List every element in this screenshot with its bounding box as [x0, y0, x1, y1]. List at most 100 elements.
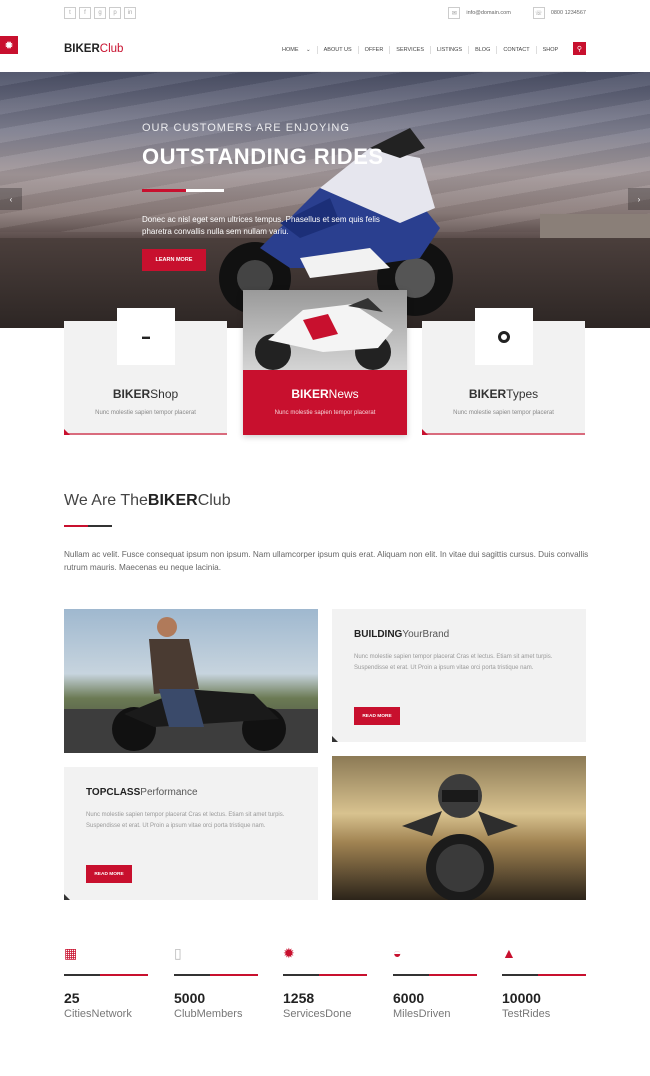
linkedin-icon[interactable]: in — [124, 7, 136, 19]
card-types-corner — [422, 429, 428, 435]
card-types-iconbox — [475, 308, 533, 365]
stat-label: ServicesDone — [283, 1008, 352, 1020]
read-more-button[interactable]: READ MORE — [86, 865, 132, 883]
racer-photo — [332, 756, 586, 900]
facebook-icon[interactable]: f — [79, 7, 91, 19]
search-button[interactable]: ⚲ — [573, 42, 586, 55]
phone-number: 0800 1234567 — [550, 10, 586, 16]
stat-divider — [283, 974, 367, 976]
about-text: Nullam ac velit. Fusce consequat ipsum n… — [64, 550, 589, 572]
card-types-desc: Nunc molestie sapien tempor placerat — [453, 410, 554, 416]
slider-next-button[interactable]: › — [628, 188, 650, 210]
racer-illustration — [402, 774, 518, 900]
nav-home-label: HOME — [282, 47, 299, 53]
about-title-light: We Are The — [64, 492, 148, 509]
email-icon: ✉ — [448, 7, 461, 19]
rider-illustration — [64, 617, 318, 753]
google-plus-icon[interactable]: g — [94, 7, 106, 19]
card-shop-title-light: Shop — [150, 387, 179, 401]
slider-prev-button[interactable]: ‹ — [0, 188, 22, 210]
chevron-down-icon: ⌄ — [306, 47, 311, 53]
contact-info: ✉ info@domain.com ☏ 0800 1234567 — [448, 7, 586, 19]
logo-bold: BIKER — [64, 43, 100, 55]
main-header: BIKERClub HOME ⌄ ABOUT US OFFER SERVICES… — [64, 28, 586, 72]
hero-subtitle: OUR CUSTOMERS ARE ENJOYING — [142, 122, 350, 134]
settings-gear-button[interactable]: ✹ — [0, 36, 18, 54]
stat-label: ClubMembers — [174, 1008, 243, 1020]
card-news-desc: Nunc molestie sapien tempor placerat — [274, 410, 376, 416]
stat-divider — [502, 974, 586, 976]
card-shop[interactable]: ▬ BIKERShop Nunc molestie sapien tempor … — [64, 308, 227, 435]
card-news-title-light: News — [328, 387, 359, 401]
site-logo[interactable]: BIKERClub — [64, 43, 123, 55]
gear-icon: ✹ — [4, 39, 14, 52]
sportbike-image — [255, 298, 393, 370]
twitter-icon[interactable]: t — [64, 7, 76, 19]
tag-icon: ▬ — [142, 332, 150, 341]
pinterest-icon[interactable]: p — [109, 7, 121, 19]
about-title: We Are TheBIKERClub — [64, 492, 231, 510]
card-shop-title-bold: BIKER — [112, 387, 151, 401]
feature-building-title-light: YourBrand — [402, 629, 450, 640]
about-divider — [64, 525, 112, 527]
card-types-title-bold: BIKER — [468, 387, 507, 401]
email-link[interactable]: info@domain.com — [466, 10, 510, 16]
about-title-end: Club — [197, 492, 231, 509]
card-types-title-light: Types — [506, 387, 539, 401]
card-news-title: BIKERNews — [243, 387, 407, 401]
card-news[interactable]: BIKERNews Nunc molestie sapien tempor pl… — [243, 290, 407, 435]
stat-divider — [393, 974, 477, 976]
about-title-bold: BIKER — [147, 492, 198, 509]
stat-label: MilesDriven — [393, 1008, 451, 1020]
chevron-right-icon: › — [637, 194, 641, 204]
feature-building-corner — [332, 736, 338, 742]
card-news-image — [243, 290, 407, 370]
stat-label: CitiesNetwork — [64, 1008, 132, 1020]
card-types-underline — [422, 433, 585, 435]
phone-icon: ☏ — [532, 7, 545, 19]
card-news-title-bold: BIKER — [291, 387, 329, 401]
social-links: t f g p in — [64, 7, 136, 19]
chevron-left-icon: ‹ — [9, 194, 13, 204]
feature-topclass-title-bold: TOPCLASS — [86, 787, 141, 798]
feature-building-brand: BUILDINGYourBrand Nunc molestie sapien t… — [332, 609, 586, 742]
stat-miles: ◒ 6000 MilesDriven — [393, 944, 477, 1020]
hero-text: Donec ac nisl eget sem ultrices tempus. … — [142, 215, 380, 236]
read-more-button[interactable]: READ MORE — [354, 707, 400, 725]
logo-light: Club — [99, 43, 124, 55]
nav-services[interactable]: SERVICES — [389, 46, 430, 54]
card-shop-underline — [64, 433, 227, 435]
card-shop-corner — [64, 429, 70, 435]
phone-icon: ▯ — [174, 944, 182, 961]
top-bar: t f g p in ✉ info@domain.com ☏ 0800 1234… — [0, 0, 650, 28]
stat-test-rides: ▲ 10000 TestRides — [502, 944, 586, 1020]
nav-offer[interactable]: OFFER — [357, 46, 390, 54]
feature-topclass-performance: TOPCLASSPerformance Nunc molestie sapien… — [64, 767, 318, 900]
card-shop-title: BIKERShop — [64, 387, 227, 401]
stat-number: 25 — [64, 990, 80, 1006]
card-types-title: BIKERTypes — [422, 387, 585, 401]
nav-home[interactable]: HOME ⌄ — [270, 46, 317, 54]
hero-title: OUTSTANDING RIDES — [142, 144, 384, 169]
feature-topclass-corner — [64, 894, 70, 900]
nav-shop[interactable]: SHOP — [535, 46, 565, 54]
speedometer-icon: ◒ — [393, 945, 402, 961]
nav-contact[interactable]: CONTACT — [496, 46, 535, 54]
card-types[interactable]: BIKERTypes Nunc molestie sapien tempor p… — [422, 308, 585, 435]
stat-cities: ▦ 25 CitiesNetwork — [64, 944, 148, 1020]
learn-more-button[interactable]: LEARN MORE — [142, 249, 206, 271]
search-icon: ⚲ — [576, 45, 583, 53]
tire-icon — [498, 330, 510, 343]
nav-blog[interactable]: BLOG — [468, 46, 496, 54]
nav-listings[interactable]: LISTINGS — [430, 46, 468, 54]
stat-number: 10000 — [502, 990, 541, 1006]
feature-topclass-text: Nunc molestie sapien tempor placerat Cra… — [86, 812, 285, 829]
nav-about-us[interactable]: ABOUT US — [316, 46, 358, 54]
stat-number: 1258 — [283, 990, 315, 1006]
feature-building-text: Nunc molestie sapien tempor placerat Cra… — [354, 654, 553, 671]
road-icon: ▲ — [502, 945, 516, 961]
stat-divider — [174, 974, 258, 976]
feature-topclass-title: TOPCLASSPerformance — [86, 787, 198, 798]
stat-services: ✹ 1258 ServicesDone — [283, 944, 367, 1020]
card-shop-desc: Nunc molestie sapien tempor placerat — [95, 410, 196, 416]
